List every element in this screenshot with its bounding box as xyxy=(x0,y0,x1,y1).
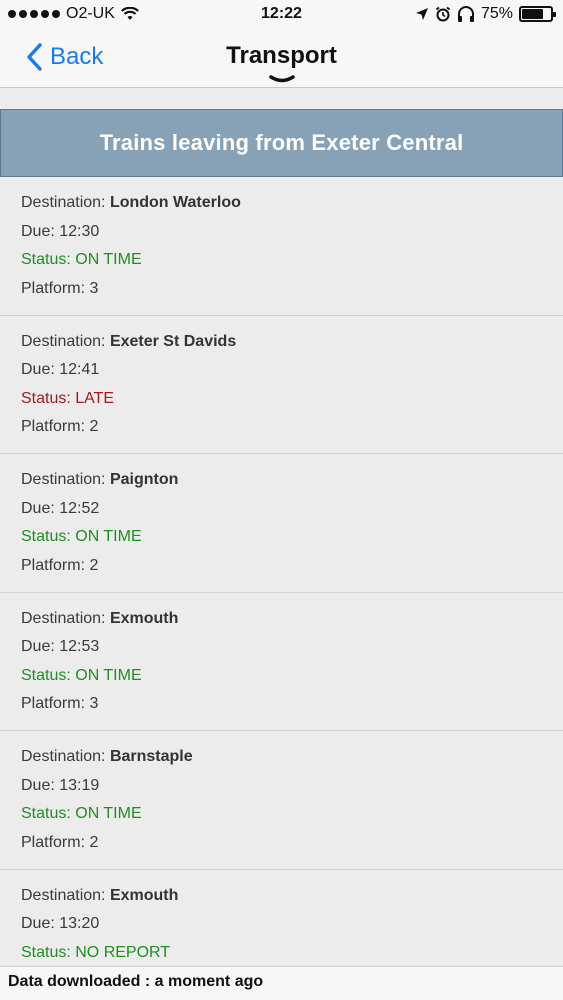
due-value: 12:41 xyxy=(59,361,100,378)
destination-value: Barnstaple xyxy=(109,748,193,765)
location-arrow-icon xyxy=(415,8,428,20)
train-due: Due: 13:19 xyxy=(21,776,100,794)
status-bar: O2-UK 12:22 75% xyxy=(0,0,563,30)
list-item[interactable]: Destination: Exmouth Due: 12:53 Status: … xyxy=(0,592,563,731)
chevron-down-icon[interactable] xyxy=(269,74,295,84)
train-platform: Platform: 2 xyxy=(21,418,99,435)
train-platform: Platform: 2 xyxy=(21,833,99,851)
train-due: Due: 12:52 xyxy=(21,499,100,517)
data-download-status: Data downloaded : a moment ago xyxy=(0,966,563,1000)
train-destination: Destination: Exmouth xyxy=(21,609,179,627)
due-value: 13:19 xyxy=(59,776,100,794)
headphones-icon xyxy=(457,6,474,22)
status-value: ON TIME xyxy=(75,666,142,684)
train-destination: Destination: London Waterloo xyxy=(21,194,241,211)
platform-value: 2 xyxy=(89,418,99,435)
train-destination: Destination: Exeter St Davids xyxy=(21,332,237,350)
train-due: Due: 12:41 xyxy=(21,361,100,378)
status-value: ON TIME xyxy=(75,805,142,822)
destination-value: Exmouth xyxy=(109,609,179,627)
list-item[interactable]: Destination: Paignton Due: 12:52 Status:… xyxy=(0,454,563,593)
alarm-clock-icon xyxy=(435,6,451,22)
train-platform: Platform: 3 xyxy=(21,695,99,712)
train-destination: Destination: Exmouth xyxy=(21,886,179,904)
due-value: 12:30 xyxy=(59,222,100,240)
status-bar-right: 75% xyxy=(415,5,556,23)
page-title: Transport xyxy=(226,42,337,69)
list-item[interactable]: Destination: London Waterloo Due: 12:30 … xyxy=(0,177,563,316)
destination-value: Paignton xyxy=(109,471,179,488)
list-header: Trains leaving from Exeter Central xyxy=(0,109,563,177)
list-item[interactable]: Destination: Barnstaple Due: 13:19 Statu… xyxy=(0,731,563,870)
train-status: Status: ON TIME xyxy=(21,251,142,268)
train-status: Status: ON TIME xyxy=(21,805,142,822)
train-due: Due: 13:20 xyxy=(21,915,100,932)
battery-icon xyxy=(519,6,556,22)
status-value: ON TIME xyxy=(75,251,142,268)
platform-value: 2 xyxy=(89,833,99,851)
due-value: 12:53 xyxy=(59,638,100,655)
status-value: NO REPORT xyxy=(75,943,171,961)
train-due: Due: 12:30 xyxy=(21,222,100,240)
destination-value: London Waterloo xyxy=(109,194,241,211)
train-status: Status: ON TIME xyxy=(21,528,142,545)
train-destination: Destination: Paignton xyxy=(21,471,179,488)
train-list: Destination: London Waterloo Due: 12:30 … xyxy=(0,177,563,1000)
due-value: 13:20 xyxy=(59,915,100,932)
platform-value: 3 xyxy=(89,695,99,712)
battery-percentage: 75% xyxy=(480,5,513,22)
train-due: Due: 12:53 xyxy=(21,638,100,655)
status-value: LATE xyxy=(75,389,115,407)
destination-value: Exmouth xyxy=(109,886,179,904)
navigation-bar: Back Transport xyxy=(0,30,563,88)
train-platform: Platform: 3 xyxy=(21,279,99,297)
due-value: 12:52 xyxy=(59,499,100,517)
list-item[interactable]: Destination: Exeter St Davids Due: 12:41… xyxy=(0,315,563,454)
train-status: Status: ON TIME xyxy=(21,666,142,684)
train-platform: Platform: 2 xyxy=(21,556,99,574)
destination-value: Exeter St Davids xyxy=(109,332,237,350)
platform-value: 2 xyxy=(89,556,99,574)
platform-value: 3 xyxy=(89,279,99,297)
status-value: ON TIME xyxy=(75,528,142,545)
train-status: Status: LATE xyxy=(21,389,115,407)
train-destination: Destination: Barnstaple xyxy=(21,748,193,765)
